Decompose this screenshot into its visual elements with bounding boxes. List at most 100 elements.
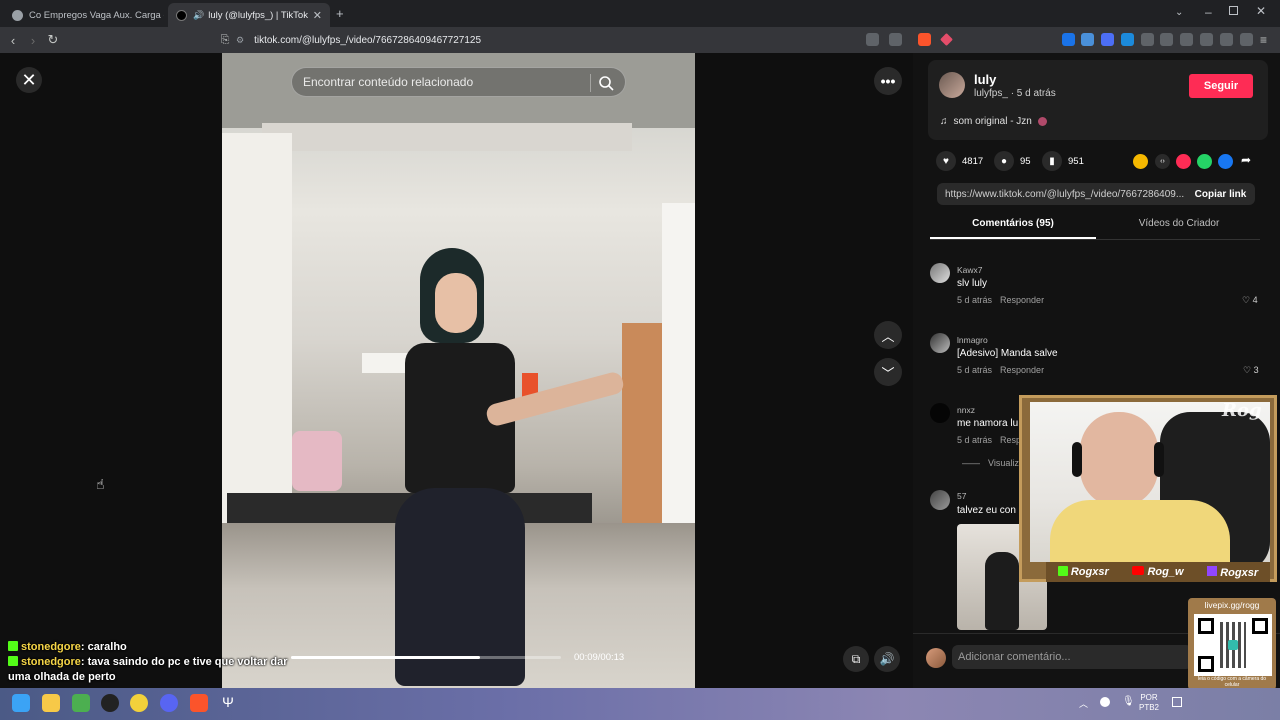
wallet-icon[interactable] (1200, 33, 1213, 46)
url-text: tiktok.com/@lulyfps_/video/7667286409467… (254, 34, 482, 46)
qr-finder-3 (1198, 656, 1214, 672)
share-arrow-icon[interactable]: ➦ (1241, 153, 1251, 167)
comment-user[interactable]: Kawx7 (957, 265, 983, 275)
comment-avatar[interactable] (930, 490, 950, 510)
input-language[interactable]: POR PTB2 (1139, 693, 1159, 713)
tab-tiktok[interactable]: 🔊 luly (@lulyfps_) | TikTok ✕ (168, 3, 330, 27)
share-repost-icon[interactable] (1133, 154, 1148, 169)
facebook-icon[interactable] (1218, 154, 1233, 169)
tab-creator-videos[interactable]: Vídeos do Criador (1096, 218, 1262, 238)
floating-player-button[interactable]: ⧉ (843, 646, 869, 672)
url-field[interactable]: ⚙ tiktok.com/@lulyfps_/video/76672864094… (236, 30, 856, 50)
app-icon-3[interactable]: Ψ (219, 694, 237, 712)
vpn-icon[interactable] (1240, 33, 1253, 46)
post-date: 5 d atrás (1016, 88, 1056, 99)
heart-icon[interactable]: ♥ (936, 151, 956, 171)
youtube-handle: Rog_w (1132, 566, 1184, 578)
obs-icon[interactable] (101, 694, 119, 712)
view-replies[interactable]: —— Visualiza (962, 458, 1024, 468)
headset-left (1072, 442, 1082, 477)
tray-app-icon[interactable] (1100, 697, 1110, 707)
tray-chevron-icon[interactable]: ︿ (1079, 697, 1088, 710)
comment-image-figure (985, 552, 1019, 630)
close-window-icon[interactable]: ✕ (1256, 4, 1266, 18)
leo-icon[interactable] (1220, 33, 1233, 46)
save-stat[interactable]: ▮ 951 (1042, 151, 1084, 171)
discord-icon[interactable] (160, 694, 178, 712)
comment-like[interactable]: ♡ 3 (1243, 365, 1259, 376)
site-info-icon[interactable]: ⚙ (236, 35, 244, 46)
search-divider (590, 74, 591, 92)
author-handle[interactable]: lulyfps_ (974, 88, 1008, 99)
comment-user[interactable]: nnxz (957, 405, 975, 415)
reply-button[interactable]: Responder (1000, 365, 1044, 375)
kick-icon (8, 656, 18, 666)
brave-icon[interactable] (190, 694, 208, 712)
app-icon-2[interactable] (130, 694, 148, 712)
tab-list-icon[interactable]: ⌄ (1175, 7, 1183, 18)
embed-code-icon[interactable]: ‹› (1155, 154, 1170, 169)
menu-icon[interactable]: ≡ (1260, 33, 1267, 47)
close-video-button[interactable]: ✕ (16, 67, 42, 93)
sidebar-icon[interactable] (1180, 33, 1193, 46)
previous-video-button[interactable]: ︿ (874, 321, 902, 349)
app-icon-1[interactable] (72, 694, 90, 712)
extension-icon-3[interactable] (1101, 33, 1114, 46)
microphone-icon[interactable]: 🎙 (1122, 696, 1135, 707)
network-icon[interactable] (1172, 697, 1182, 707)
extension-icon-4[interactable] (1121, 33, 1134, 46)
more-options-button[interactable]: ••• (874, 67, 902, 95)
music-icon[interactable] (1160, 33, 1173, 46)
bookmark-icon[interactable]: ▮ (1042, 151, 1062, 171)
new-tab-icon[interactable]: + (336, 6, 344, 21)
comment-input[interactable]: Adicionar comentário... (952, 645, 1192, 669)
cast-icon[interactable] (889, 33, 902, 46)
file-explorer-icon[interactable] (42, 694, 60, 712)
comment-meta: 5 d atrás Responder (957, 365, 1044, 375)
send-friend-icon[interactable] (1176, 154, 1191, 169)
maximize-icon[interactable] (1229, 6, 1238, 15)
reply-button[interactable]: Resp (1000, 435, 1021, 445)
bookmark-icon[interactable]: ⎘ (216, 31, 234, 49)
extension-icon-1[interactable] (1062, 33, 1075, 46)
comment-icon[interactable]: ● (994, 151, 1014, 171)
comment-user[interactable]: lnmagro (957, 335, 988, 345)
replies-line: —— (962, 458, 980, 468)
windows-start-icon[interactable] (12, 694, 30, 712)
brave-shield-icon[interactable] (918, 33, 931, 46)
author-name[interactable]: luly (974, 72, 996, 87)
comment-avatar[interactable] (930, 263, 950, 283)
comment-stat[interactable]: ● 95 (994, 151, 1031, 171)
video-player[interactable] (222, 53, 695, 688)
search-icon[interactable] (597, 74, 615, 92)
comment-like[interactable]: ♡ 4 (1242, 295, 1258, 306)
extensions-puzzle-icon[interactable] (1141, 33, 1154, 46)
follow-button[interactable]: Seguir (1189, 74, 1253, 98)
comment-avatar[interactable] (930, 333, 950, 353)
author-avatar[interactable] (939, 72, 965, 98)
back-icon[interactable]: ‹ (4, 31, 22, 49)
music-link[interactable]: ♫ som original - Jzn (940, 116, 1047, 127)
translate-icon[interactable] (866, 33, 879, 46)
reload-icon[interactable]: ↻ (44, 31, 62, 49)
whatsapp-icon[interactable] (1197, 154, 1212, 169)
video-time: 00:09/00:13 (574, 652, 625, 663)
volume-button[interactable]: 🔊 (874, 646, 900, 672)
close-tab-icon[interactable]: ✕ (313, 9, 322, 22)
like-stat[interactable]: ♥ 4817 (936, 151, 983, 171)
forward-icon[interactable]: › (24, 31, 42, 49)
next-video-button[interactable]: ﹀ (874, 358, 902, 386)
chat-message: stonedgore: tava saindo do pc e tive que… (8, 655, 308, 685)
reply-button[interactable]: Responder (1000, 295, 1044, 305)
comment-user[interactable]: 57 (957, 491, 966, 501)
comment-count: 95 (1020, 155, 1031, 167)
comment-avatar[interactable] (930, 403, 950, 423)
mouse-cursor: ☝ (96, 476, 105, 492)
tab-empregos[interactable]: Co Empregos Vaga Aux. Carga e des (4, 3, 164, 27)
minimize-icon[interactable]: – (1205, 5, 1212, 19)
channel-logo: Rog (1222, 400, 1262, 421)
related-content-search-input[interactable]: Encontrar conteúdo relacionado (291, 67, 626, 97)
extension-icon-2[interactable] (1081, 33, 1094, 46)
tab-comments[interactable]: Comentários (95) (930, 218, 1096, 238)
copy-link-button[interactable]: Copiar link (1186, 183, 1255, 205)
